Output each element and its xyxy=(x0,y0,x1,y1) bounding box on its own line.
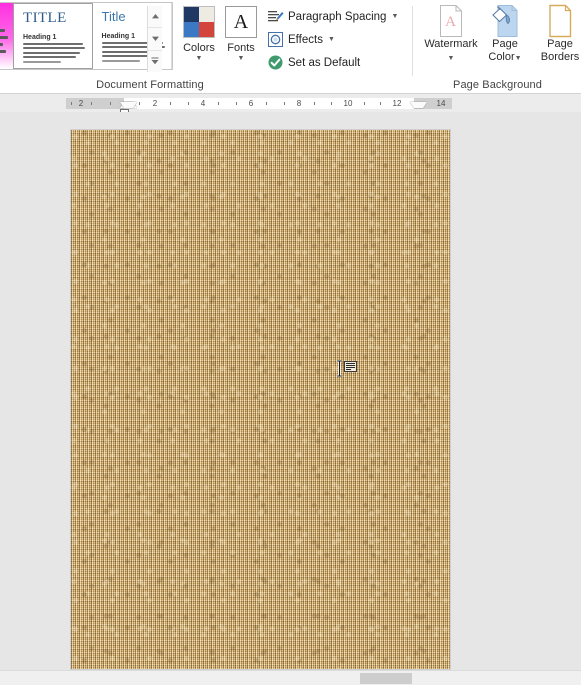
effects-icon xyxy=(267,31,284,48)
colors-button-label: Colors xyxy=(177,42,221,54)
ruler-tick: 6 xyxy=(249,98,253,109)
ruler-tick: 4 xyxy=(201,98,205,109)
style-thumbnail-pink[interactable] xyxy=(0,3,13,69)
watermark-label: Watermark xyxy=(421,38,481,51)
watermark-button[interactable]: A Watermark ▼ xyxy=(421,2,481,63)
horizontal-ruler[interactable]: 2 2 4 6 8 10 12 14 xyxy=(0,94,581,112)
effects-button[interactable]: Effects ▼ xyxy=(265,29,335,50)
svg-text:A: A xyxy=(445,14,456,30)
set-as-default-button[interactable]: Set as Default xyxy=(265,52,360,73)
style-thumbnail-heading-text: Heading 1 xyxy=(102,33,135,40)
horizontal-scrollbar[interactable] xyxy=(0,670,581,685)
page-color-icon xyxy=(479,2,531,38)
ruler-tick: 14 xyxy=(437,98,446,109)
colors-button[interactable]: Colors ▼ xyxy=(177,2,221,70)
check-circle-icon xyxy=(267,54,284,71)
fonts-button[interactable]: A Fonts ▼ xyxy=(219,2,263,70)
page-color-caret[interactable]: ▼ xyxy=(515,55,522,62)
group-label-document-formatting: Document Formatting xyxy=(0,79,300,91)
ruler-left-margin-area xyxy=(66,98,124,109)
watermark-caret[interactable]: ▼ xyxy=(448,55,455,62)
page-color-label-line1: Page xyxy=(479,38,531,51)
style-thumbnail-pink-lines xyxy=(0,29,11,57)
gallery-more-button[interactable] xyxy=(148,51,162,72)
ribbon-group-document-formatting: TITLE Heading 1 Title Heading 1 xyxy=(0,0,414,94)
ruler-tick: 12 xyxy=(393,98,402,109)
horizontal-scrollbar-thumb[interactable] xyxy=(360,673,412,684)
ruler-text-area xyxy=(124,98,414,109)
page-borders-icon xyxy=(531,2,581,38)
page-color-label-line2: Color xyxy=(488,51,514,63)
page-texture-mottle xyxy=(71,130,450,669)
paragraph-spacing-caret[interactable]: ▼ xyxy=(391,13,398,20)
set-as-default-label: Set as Default xyxy=(288,57,360,69)
watermark-icon: A xyxy=(421,2,481,38)
ruler-tick: 2 xyxy=(153,98,157,109)
ruler-tick: 10 xyxy=(344,98,353,109)
style-thumbnail-title-text: Title xyxy=(102,10,126,23)
paragraph-spacing-button[interactable]: Paragraph Spacing ▼ xyxy=(265,6,398,27)
word-window: TITLE Heading 1 Title Heading 1 xyxy=(0,0,581,685)
ribbon-group-page-background: A Watermark ▼ Page Color▼ xyxy=(414,0,581,94)
style-thumbnail-title-serif[interactable]: TITLE Heading 1 xyxy=(13,3,93,69)
fonts-button-label: Fonts xyxy=(219,42,263,54)
fonts-dropdown-caret[interactable]: ▼ xyxy=(219,55,263,62)
style-gallery[interactable]: TITLE Heading 1 Title Heading 1 xyxy=(0,2,173,70)
page-borders-label-line1: Page xyxy=(531,38,581,51)
ruler-tick: 2 xyxy=(79,98,83,109)
effects-caret[interactable]: ▼ xyxy=(328,36,335,43)
ribbon-group-divider xyxy=(412,6,413,76)
page-color-button[interactable]: Page Color▼ xyxy=(479,2,531,63)
style-thumbnail-title-text: TITLE xyxy=(23,11,67,26)
style-thumbnail-body-lines xyxy=(23,43,87,65)
gallery-scroll-up-button[interactable] xyxy=(148,6,162,28)
style-gallery-scroll-buttons xyxy=(147,6,162,72)
page-borders-button[interactable]: Page Borders xyxy=(531,2,581,63)
paragraph-spacing-icon xyxy=(267,8,284,25)
click-and-type-align-hint-icon xyxy=(344,361,357,372)
colors-dropdown-caret[interactable]: ▼ xyxy=(177,55,221,62)
paragraph-spacing-label: Paragraph Spacing xyxy=(288,11,386,23)
ribbon: TITLE Heading 1 Title Heading 1 xyxy=(0,0,581,94)
colors-swatch-grid xyxy=(183,6,215,38)
gallery-scroll-down-button[interactable] xyxy=(148,28,162,50)
fonts-icon: A xyxy=(219,2,263,42)
group-label-page-background: Page Background xyxy=(414,79,581,91)
fonts-glyph: A xyxy=(225,6,257,38)
effects-label: Effects xyxy=(288,34,323,46)
ibeam-cursor-icon xyxy=(336,360,343,377)
page-borders-label-line2: Borders xyxy=(531,51,581,64)
document-canvas[interactable] xyxy=(0,112,581,670)
colors-icon xyxy=(177,2,221,42)
style-thumbnail-heading-text: Heading 1 xyxy=(23,34,56,41)
ruler-tick: 8 xyxy=(297,98,301,109)
document-page[interactable] xyxy=(71,130,450,669)
